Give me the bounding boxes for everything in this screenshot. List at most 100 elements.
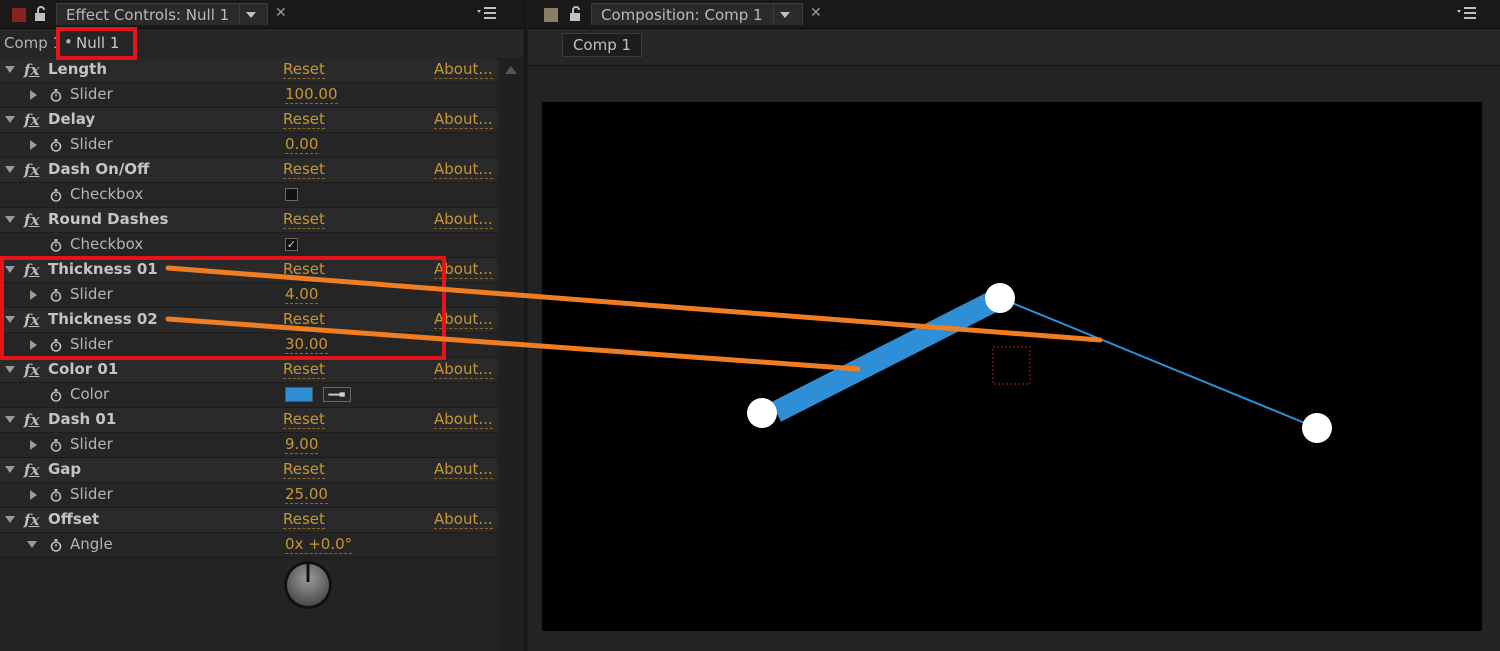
stopwatch-icon[interactable] (50, 489, 62, 502)
fx-icon[interactable]: fx (24, 361, 39, 379)
effect-row: fx Length Reset About... (0, 58, 497, 83)
comp-tab-label: Comp 1 (572, 36, 632, 54)
fx-icon[interactable]: fx (24, 511, 39, 529)
property-name: Slider (70, 485, 113, 503)
stopwatch-icon[interactable] (50, 189, 62, 202)
stopwatch-icon[interactable] (50, 89, 62, 102)
twirl-down-icon[interactable] (5, 216, 15, 223)
effect-name: Dash On/Off (48, 160, 150, 178)
stopwatch-icon[interactable] (50, 539, 62, 552)
about-link[interactable]: About... (434, 360, 493, 379)
scrollbar[interactable] (500, 58, 522, 651)
reset-link[interactable]: Reset (283, 410, 325, 429)
checkbox[interactable] (285, 188, 298, 201)
reset-link[interactable]: Reset (283, 460, 325, 479)
property-value[interactable]: 25.00 (285, 485, 328, 504)
reset-link[interactable]: Reset (283, 210, 325, 229)
close-icon[interactable]: ✕ (810, 5, 822, 21)
twirl-down-icon[interactable] (5, 366, 15, 373)
twirl-right-icon[interactable] (30, 440, 37, 450)
panel-color-label (544, 8, 558, 22)
path-point-handle[interactable] (1302, 413, 1332, 443)
fx-icon[interactable]: fx (24, 161, 39, 179)
stopwatch-icon[interactable] (50, 239, 62, 252)
eyedropper-icon[interactable] (323, 387, 351, 402)
effect-name: Round Dashes (48, 210, 169, 228)
fx-icon[interactable]: fx (24, 411, 39, 429)
property-row: Slider 25.00 (0, 483, 497, 508)
twirl-down-icon[interactable] (27, 541, 37, 548)
twirl-down-icon[interactable] (5, 116, 15, 123)
comp-tab[interactable]: Comp 1 (562, 33, 642, 57)
path-point-handle[interactable] (747, 398, 777, 428)
angle-dial[interactable] (283, 560, 333, 610)
about-link[interactable]: About... (434, 410, 493, 429)
twirl-down-icon[interactable] (5, 416, 15, 423)
twirl-right-icon[interactable] (30, 90, 37, 100)
panel-menu-icon[interactable] (477, 6, 497, 20)
scroll-up-arrow-icon[interactable] (505, 66, 517, 74)
reset-link[interactable]: Reset (283, 60, 325, 79)
property-name: Checkbox (70, 185, 144, 203)
about-link[interactable]: About... (434, 60, 493, 79)
effect-row: fx Color 01 Reset About... (0, 358, 497, 383)
close-icon[interactable]: ✕ (275, 5, 287, 21)
thin-stroke-segment (999, 297, 1318, 429)
tab-dropdown-button[interactable] (239, 4, 262, 25)
stopwatch-icon[interactable] (50, 439, 62, 452)
reset-link[interactable]: Reset (283, 360, 325, 379)
property-name: Slider (70, 435, 113, 453)
property-value[interactable]: 100.00 (285, 85, 338, 104)
effect-row: fx Round Dashes Reset About... (0, 208, 497, 233)
checkbox[interactable]: ✓ (285, 238, 298, 251)
color-swatch[interactable] (285, 387, 313, 402)
stopwatch-icon[interactable] (50, 139, 62, 152)
annotation-box-thickness (0, 256, 446, 360)
lock-icon[interactable] (568, 6, 584, 22)
path-point-handle[interactable] (985, 283, 1015, 313)
thick-stroke-segment (771, 288, 1005, 422)
about-link[interactable]: About... (434, 110, 493, 129)
reset-link[interactable]: Reset (283, 160, 325, 179)
reset-link[interactable]: Reset (283, 510, 325, 529)
breadcrumb-comp[interactable]: Comp 1 (4, 34, 60, 52)
property-value[interactable]: 0x +0.0° (285, 535, 353, 554)
about-link[interactable]: About... (434, 510, 493, 529)
fx-icon[interactable]: fx (24, 461, 39, 479)
effect-name: Color 01 (48, 360, 119, 378)
effect-controls-tabbar: Effect Controls: Null 1 ✕ (0, 0, 524, 29)
tab-effect-controls[interactable]: Effect Controls: Null 1 (56, 3, 268, 25)
property-value[interactable]: 0.00 (285, 135, 319, 154)
effect-name: Offset (48, 510, 100, 528)
fx-icon[interactable]: fx (24, 111, 39, 129)
effect-name: Dash 01 (48, 410, 117, 428)
effect-row: fx Gap Reset About... (0, 458, 497, 483)
twirl-down-icon[interactable] (5, 516, 15, 523)
twirl-down-icon[interactable] (5, 166, 15, 173)
fx-icon[interactable]: fx (24, 211, 39, 229)
fx-icon[interactable]: fx (24, 61, 39, 79)
panel-menu-icon[interactable] (1457, 6, 1477, 20)
twirl-down-icon[interactable] (5, 66, 15, 73)
null-layer-anchor[interactable] (992, 346, 1031, 385)
effect-row: fx Dash On/Off Reset About... (0, 158, 497, 183)
reset-link[interactable]: Reset (283, 110, 325, 129)
comp-tab-bar: Comp 1 (528, 29, 1500, 66)
about-link[interactable]: About... (434, 210, 493, 229)
stopwatch-icon[interactable] (50, 389, 62, 402)
composition-panel: Composition: Comp 1 ✕ Comp 1 (528, 0, 1500, 651)
property-value[interactable]: 9.00 (285, 435, 319, 454)
tab-dropdown-button[interactable] (772, 4, 796, 25)
lock-icon[interactable] (33, 6, 49, 22)
about-link[interactable]: About... (434, 460, 493, 479)
property-row: Angle 0x +0.0° (0, 533, 497, 558)
about-link[interactable]: About... (434, 160, 493, 179)
twirl-down-icon[interactable] (5, 466, 15, 473)
property-name: Color (70, 385, 110, 403)
property-row: Slider 0.00 (0, 133, 497, 158)
property-row: Checkbox (0, 183, 497, 208)
tab-composition[interactable]: Composition: Comp 1 (591, 3, 803, 25)
twirl-right-icon[interactable] (30, 490, 37, 500)
comp-viewer[interactable] (542, 102, 1482, 631)
twirl-right-icon[interactable] (30, 140, 37, 150)
